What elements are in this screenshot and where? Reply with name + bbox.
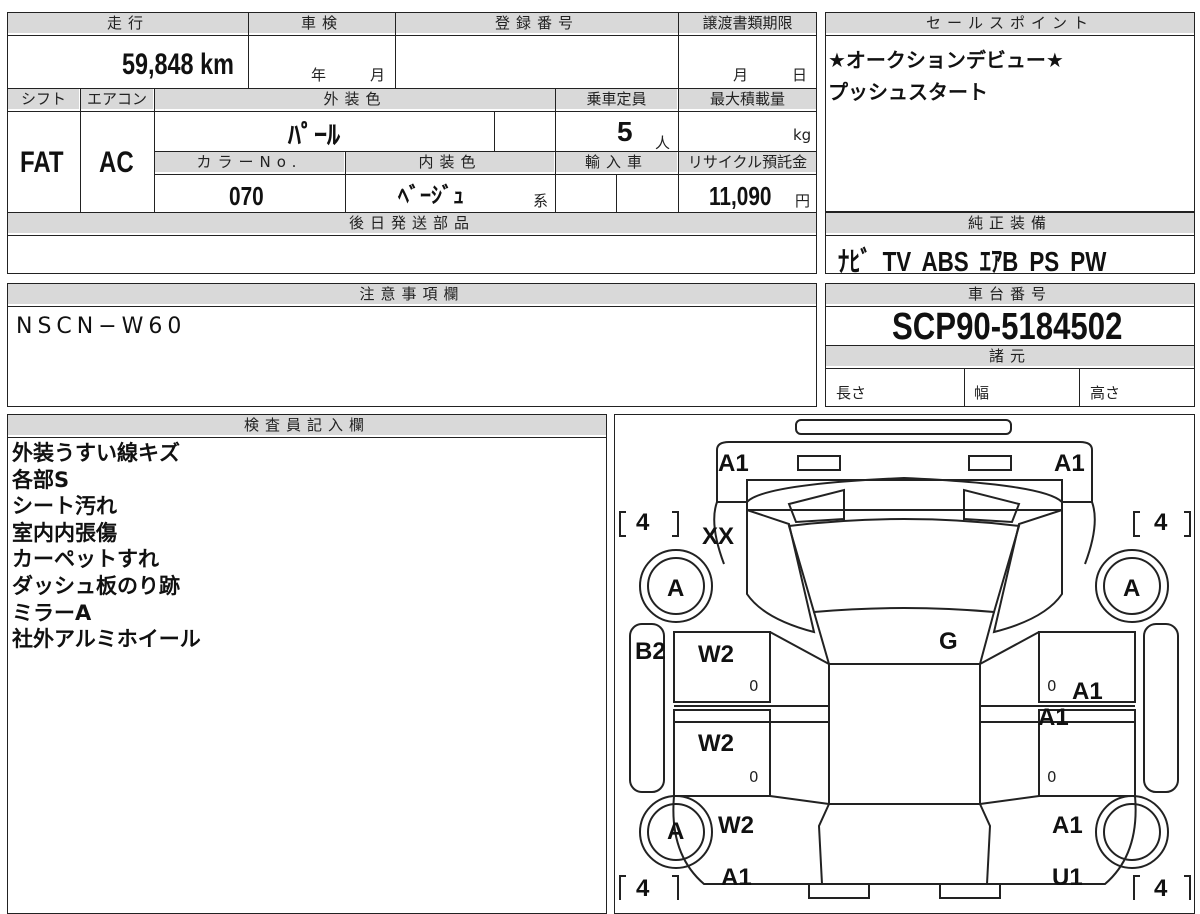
transfer-day: 日: [792, 66, 808, 84]
divider: [395, 12, 396, 88]
divider: [494, 111, 495, 151]
divider: [7, 111, 817, 112]
damage-windshield: G: [939, 628, 958, 655]
genuine-equipment-value: ﾅﾋﾞ TV ABS ｴｱB PS PW: [838, 246, 1107, 277]
divider: [154, 174, 817, 175]
wheel-front-right: A: [1123, 575, 1141, 602]
divider: [616, 174, 617, 212]
divider: [1079, 368, 1080, 406]
exterior-color-header: 外装色: [155, 89, 555, 109]
damage-front-left-bumper: A1: [718, 450, 749, 477]
inspector-line: ダッシュ板のり跡: [12, 573, 180, 598]
width-label: 幅: [974, 384, 990, 402]
divider: [825, 368, 1195, 369]
inspector-line: 社外アルミホイール: [12, 627, 201, 652]
notes-header: 注意事項欄: [8, 284, 816, 304]
inspection-month: 月: [370, 66, 386, 84]
divider: [7, 235, 817, 236]
specs-header: 諸元: [826, 346, 1194, 366]
max-load-header: 最大積載量: [679, 89, 816, 109]
recycle-value: 11,090: [709, 181, 772, 211]
height-label: 高さ: [1090, 384, 1121, 402]
chassis-value: SCP90-5184502: [892, 306, 1123, 348]
divider: [7, 35, 817, 36]
sales-point-line-1: ★オークションデビュー★: [828, 48, 1064, 72]
divider: [7, 437, 607, 438]
aircon-header: エアコン: [81, 89, 153, 109]
wheel-rear-left: A: [667, 818, 685, 845]
interior-color-header: 内装色: [346, 152, 554, 172]
shift-header: シフト: [8, 89, 79, 109]
color-no-header: カラーNo.: [155, 152, 344, 172]
inspector-header: 検査員記入欄: [8, 415, 606, 435]
sales-points-box: [825, 12, 1195, 212]
max-load-unit: kg: [793, 126, 812, 144]
divider: [7, 306, 817, 307]
sales-point-line-2: プッシュスタート: [828, 80, 988, 104]
inspector-line: カーペットすれ: [12, 547, 159, 572]
divider: [825, 35, 1195, 36]
divider: [964, 368, 965, 406]
mileage-value: 59,848 km: [122, 48, 234, 81]
divider: [80, 88, 81, 212]
registration-header: 登録番号: [396, 13, 678, 33]
damage-rear-left-door: W2: [698, 730, 734, 757]
damage-rear-left-quarter: W2: [718, 812, 754, 839]
damage-left-sill: B2: [635, 638, 666, 665]
divider: [825, 235, 1195, 236]
transfer-month: 月: [733, 66, 749, 84]
inspector-line: 室内内張傷: [12, 520, 117, 545]
import-header: 輸入車: [556, 152, 677, 172]
tire-rear-right: 4: [1154, 875, 1168, 902]
interior-color-value: ﾍﾞｰｼﾞｭ: [398, 184, 465, 209]
exterior-color-value: ﾊﾟｰﾙ: [288, 121, 341, 151]
damage-rear-right: U1: [1052, 864, 1083, 891]
recycle-unit: 円: [795, 192, 811, 210]
divider: [154, 88, 155, 212]
capacity-value: 5: [617, 116, 633, 147]
later-parts-header: 後日発送部品: [8, 213, 816, 233]
damage-rear-left: A1: [721, 864, 752, 891]
damage-front-right-door-2: A1: [1038, 704, 1069, 731]
chassis-header: 車台番号: [826, 284, 1194, 304]
inspector-notes: 外装うすい線キズ 各部S シート汚れ 室内内張傷 カーペットすれ ダッシュ板のり…: [12, 440, 201, 653]
damage-front-right-door: A1: [1072, 678, 1103, 705]
damage-rear-right-quarter: A1: [1052, 812, 1083, 839]
inspector-line: ミラーA: [12, 600, 92, 625]
inspection-year: 年: [311, 66, 327, 84]
damage-front-left-fender: XX: [702, 523, 735, 550]
capacity-unit: 人: [655, 134, 671, 152]
zero-mark: 0: [1047, 677, 1057, 695]
inspector-line: シート汚れ: [12, 494, 117, 519]
sales-points-header: セールスポイント: [826, 13, 1194, 33]
damage-front-right-bumper: A1: [1054, 450, 1085, 477]
inspection-header: 車検: [249, 13, 395, 33]
tire-front-right: 4: [1154, 509, 1168, 536]
length-label: 長さ: [836, 384, 867, 402]
divider: [248, 12, 249, 88]
inspector-line: 各部S: [12, 467, 70, 492]
interior-color-suffix: 系: [533, 192, 549, 210]
mileage-header: 走行: [8, 13, 248, 33]
inspector-line: 外装うすい線キズ: [12, 441, 180, 465]
divider: [345, 151, 346, 212]
transfer-header: 譲渡書類期限: [679, 13, 816, 33]
shift-value: FAT: [20, 146, 64, 179]
wheel-front-left: A: [667, 575, 685, 602]
zero-mark: 0: [1047, 768, 1057, 786]
genuine-equipment-header: 純正装備: [826, 213, 1194, 233]
capacity-header: 乗車定員: [556, 89, 677, 109]
recycle-header: リサイクル預託金: [679, 152, 816, 172]
aircon-value: AC: [99, 146, 134, 179]
divider: [678, 12, 679, 212]
notes-value: NSCN−W60: [16, 314, 187, 339]
tire-rear-left: 4: [636, 875, 650, 902]
color-no-value: 070: [229, 181, 264, 211]
tire-front-left: 4: [636, 509, 650, 536]
zero-mark: 0: [749, 768, 759, 786]
divider: [555, 88, 556, 212]
zero-mark: 0: [749, 677, 759, 695]
damage-front-left-door: W2: [698, 641, 734, 668]
